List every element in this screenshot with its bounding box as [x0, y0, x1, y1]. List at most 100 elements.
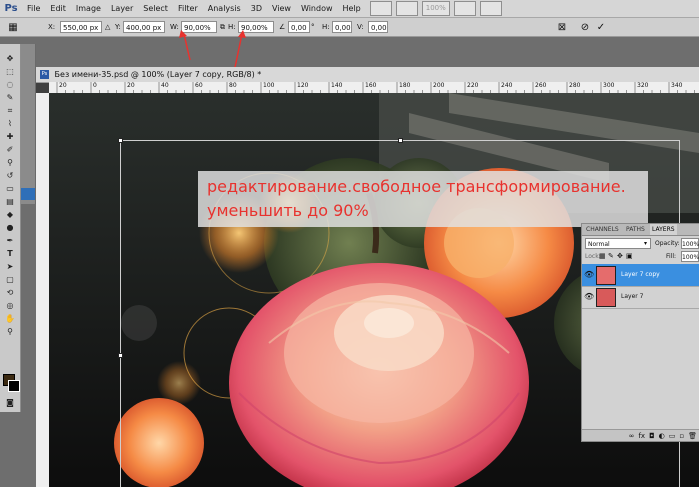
ps-file-icon: Ps: [40, 70, 49, 79]
dodge-tool-icon[interactable]: ●: [0, 221, 20, 234]
layer-style-icon[interactable]: fx: [638, 430, 645, 441]
menu-3d[interactable]: 3D: [246, 0, 267, 17]
x-position-field[interactable]: 550,00 px: [60, 21, 102, 33]
annotation-line-2: уменьшить до 90%: [207, 201, 369, 220]
layer-row-layer-7[interactable]: 👁 Layer 7: [582, 286, 699, 309]
layer-row-layer-7-copy[interactable]: 👁 Layer 7 copy: [582, 264, 699, 287]
mini-bridge-button[interactable]: [395, 1, 418, 16]
bridge-button[interactable]: [369, 1, 392, 16]
menu-analysis[interactable]: Analysis: [203, 0, 246, 17]
new-layer-icon[interactable]: ▫: [679, 430, 684, 441]
document-tab[interactable]: Ps Без имени-35.psd @ 100% (Layer 7 copy…: [36, 67, 699, 83]
h-skew-label: H:: [322, 23, 330, 31]
ruler-tick-label: 260: [535, 82, 547, 89]
tab-paths[interactable]: PATHS: [624, 224, 647, 235]
blur-tool-icon[interactable]: ◆: [0, 208, 20, 221]
zoom-tool-icon[interactable]: ⚲: [0, 325, 20, 338]
brush-tool-icon[interactable]: ✐: [0, 143, 20, 156]
ruler-tick-label: 340: [671, 82, 683, 89]
gradient-tool-icon[interactable]: ▤: [0, 195, 20, 208]
link-aspect-icon[interactable]: ⧉: [220, 21, 225, 33]
visibility-eye-icon[interactable]: 👁: [584, 270, 594, 279]
menu-help[interactable]: Help: [338, 0, 366, 17]
shape-tool-icon[interactable]: ▢: [0, 273, 20, 286]
marquee-tool-icon[interactable]: ⬚: [0, 65, 20, 78]
move-tool-icon[interactable]: ✥: [0, 52, 20, 65]
vertical-ruler[interactable]: [36, 93, 50, 487]
type-tool-icon[interactable]: T: [0, 247, 20, 260]
opacity-field[interactable]: 100%: [681, 238, 699, 249]
horizontal-skew-field[interactable]: 0,00: [332, 21, 352, 33]
eraser-tool-icon[interactable]: ▭: [0, 182, 20, 195]
blend-mode-dropdown[interactable]: Normal: [585, 238, 651, 249]
annotation-line-1: редактирование.свободное трансформирован…: [207, 177, 626, 196]
width-scale-field[interactable]: 90,00%: [181, 21, 217, 33]
menu-select[interactable]: Select: [138, 0, 173, 17]
menu-layer[interactable]: Layer: [106, 0, 138, 17]
quick-selection-icon[interactable]: ✎: [0, 91, 20, 104]
lock-transparency-icon[interactable]: ▦: [599, 252, 606, 260]
menu-filter[interactable]: Filter: [173, 0, 203, 17]
quick-mask-icon[interactable]: ◙: [0, 396, 20, 409]
delete-layer-icon[interactable]: 🗑: [688, 430, 697, 441]
menu-edit[interactable]: Edit: [45, 0, 71, 17]
crop-tool-icon[interactable]: ⌗: [0, 104, 20, 117]
path-selection-icon[interactable]: ➤: [0, 260, 20, 273]
ruler-tick-label: 20: [59, 82, 67, 89]
menu-window[interactable]: Window: [296, 0, 338, 17]
rotation-angle-field[interactable]: 0,00: [288, 21, 310, 33]
height-scale-field[interactable]: 90,00%: [238, 21, 274, 33]
warp-mode-icon[interactable]: ⊠: [555, 20, 569, 34]
3d-orbit-icon[interactable]: ◎: [0, 299, 20, 312]
photoshop-logo: Ps: [4, 3, 18, 14]
3d-rotate-icon[interactable]: ⟲: [0, 286, 20, 299]
transform-handle-middle-left[interactable]: [118, 353, 123, 358]
collapsed-panel-strip-2[interactable]: [21, 188, 35, 200]
ruler-tick-label: 140: [331, 82, 343, 89]
annotation-box: редактирование.свободное трансформирован…: [198, 171, 648, 227]
reference-point-icon[interactable]: ▦: [6, 20, 20, 34]
menu-view[interactable]: View: [267, 0, 296, 17]
ruler-tick-label: 220: [467, 82, 479, 89]
visibility-eye-icon[interactable]: 👁: [584, 292, 594, 301]
vertical-skew-field[interactable]: 0,00: [368, 21, 388, 33]
cancel-transform-icon[interactable]: ⊘: [578, 20, 592, 34]
clone-stamp-icon[interactable]: ⚲: [0, 156, 20, 169]
blend-mode-chevron-icon: ▾: [644, 240, 648, 247]
commit-transform-icon[interactable]: ✓: [594, 20, 608, 34]
lock-position-icon[interactable]: ✥: [617, 252, 623, 260]
fill-field[interactable]: 100%: [681, 251, 699, 262]
lock-pixels-icon[interactable]: ✎: [608, 252, 614, 260]
pen-tool-icon[interactable]: ✒: [0, 234, 20, 247]
history-brush-icon[interactable]: ↺: [0, 169, 20, 182]
relative-position-icon[interactable]: △: [105, 21, 110, 33]
layer-thumbnail: [596, 288, 616, 307]
new-group-icon[interactable]: ▭: [669, 430, 676, 441]
screen-mode-button[interactable]: [479, 1, 502, 16]
lasso-tool-icon[interactable]: ◌: [0, 78, 20, 91]
link-layers-icon[interactable]: ∞: [629, 430, 635, 441]
ruler-tick-label: 60: [195, 82, 203, 89]
collapsed-panel-strip[interactable]: [21, 44, 36, 204]
adjustment-layer-icon[interactable]: ◐: [659, 430, 665, 441]
lock-all-icon[interactable]: ▣: [626, 252, 633, 260]
add-mask-icon[interactable]: ◘: [649, 430, 655, 441]
ruler-tick-label: 280: [569, 82, 581, 89]
options-bar: ▦ X: 550,00 px △ Y: 400,00 px W: 90,00% …: [0, 18, 699, 37]
zoom-level-dropdown[interactable]: 100%: [421, 1, 450, 16]
tab-layers[interactable]: LAYERS: [650, 224, 677, 235]
eyedropper-tool-icon[interactable]: ⌇: [0, 117, 20, 130]
y-position-field[interactable]: 400,00 px: [123, 21, 165, 33]
healing-brush-icon[interactable]: ✚: [0, 130, 20, 143]
transform-handle-top-center[interactable]: [398, 138, 403, 143]
menu-file[interactable]: File: [22, 0, 45, 17]
arrange-documents-button[interactable]: [453, 1, 476, 16]
background-color-swatch[interactable]: [8, 380, 20, 392]
menu-image[interactable]: Image: [71, 0, 106, 17]
ruler-tick-label: 300: [603, 82, 615, 89]
fill-label: Fill:: [666, 253, 677, 260]
transform-handle-top-left[interactable]: [118, 138, 123, 143]
ruler-tick-label: 320: [637, 82, 649, 89]
tab-channels[interactable]: CHANNELS: [584, 224, 621, 235]
hand-tool-icon[interactable]: ✋: [0, 312, 20, 325]
